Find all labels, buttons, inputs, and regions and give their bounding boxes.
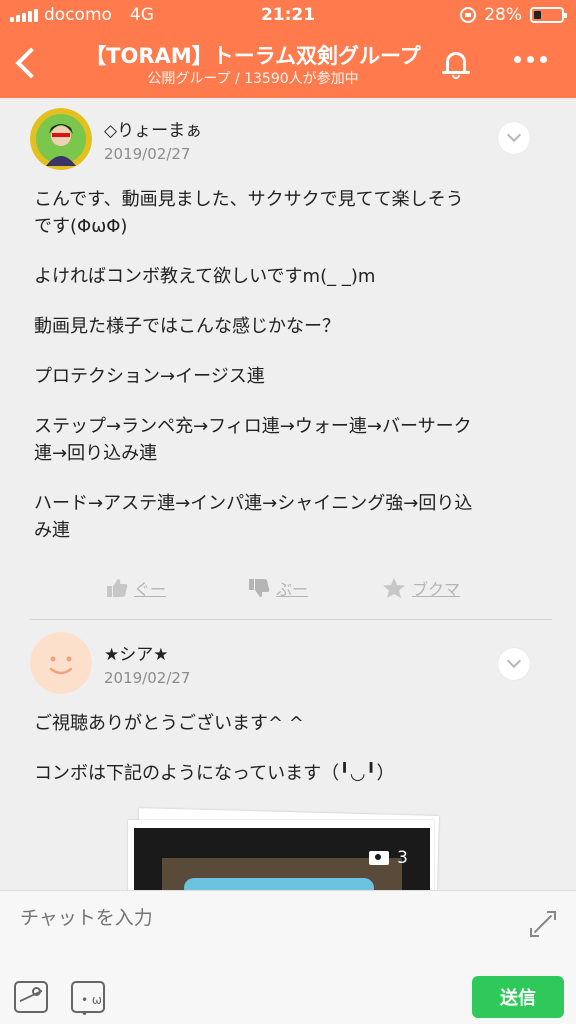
photo-count: 3: [369, 848, 408, 868]
rotation-lock-icon: [460, 7, 477, 23]
post: ◇りょーまぁ 2019/02/27 こんです、動画見ました、サクサクで見てて楽し…: [0, 98, 576, 628]
post-paragraph: よければコンボ教えて欲しいですm(_ _)m: [34, 266, 376, 287]
group-header: 【TORAM】トーラム双剣グループ 公開グループ / 13590人が参加中: [0, 30, 576, 98]
bell-icon[interactable]: [438, 46, 474, 82]
group-subtitle: 公開グループ / 13590人が参加中: [147, 71, 359, 87]
expand-icon[interactable]: [530, 911, 556, 937]
image-picker-icon[interactable]: [14, 981, 48, 1013]
star-icon: [383, 578, 405, 598]
post-paragraph: コンボは下記のようになっています（╹◡╹）: [34, 763, 395, 784]
avatar[interactable]: [30, 108, 92, 170]
post-date: 2019/02/27: [104, 145, 191, 163]
post-paragraph: 動画見た様子ではこんな感じかなー？: [34, 316, 340, 337]
thumbs-up-icon: [107, 579, 128, 597]
post-paragraph: ステップ→ランペ充→フィロ連→ウォー連→バーサーク 連→回り込み連: [34, 416, 472, 464]
back-icon[interactable]: [12, 44, 52, 84]
post-body: ご視聴ありがとうございます^ ^ コンボは下記のようになっています（╹◡╹）: [34, 710, 534, 810]
more-icon[interactable]: [514, 56, 547, 63]
status-bar: docomo 4G 21:21 28%: [0, 0, 576, 30]
battery-percent: 28%: [484, 5, 522, 25]
sticker-icon[interactable]: • ω •: [71, 981, 105, 1021]
image-attachment[interactable]: 3: [124, 808, 444, 898]
post-date: 2019/02/27: [104, 669, 191, 687]
camera-icon: [369, 851, 390, 865]
post-body: こんです、動画見ました、サクサクで見てて楽しそう です(ΦωΦ) よければコンボ…: [34, 186, 534, 567]
post-author[interactable]: ★シア★: [104, 640, 168, 665]
photo-thumbnail[interactable]: 3: [134, 828, 430, 898]
post-paragraph: こんです、動画見ました、サクサクで見てて楽しそう です(ΦωΦ): [34, 189, 464, 237]
boo-label: ぶー: [276, 580, 309, 599]
avatar[interactable]: [30, 632, 92, 694]
thumbs-down-icon: [249, 579, 270, 597]
chevron-down-icon[interactable]: [498, 122, 530, 154]
reaction-bar: ぐー ぶー ブクマ: [0, 576, 576, 612]
send-button[interactable]: 送信: [472, 976, 564, 1018]
post-author[interactable]: ◇りょーまぁ: [104, 116, 202, 141]
good-label: ぐー: [134, 580, 167, 599]
photo-count-label: 3: [397, 848, 408, 868]
chevron-down-icon[interactable]: [498, 648, 530, 680]
bookmark-label: ブクマ: [412, 580, 461, 599]
chat-input[interactable]: [20, 907, 500, 929]
post-paragraph: ハード→アステ連→インパ連→シャイニング強→回り込 み連: [34, 493, 473, 541]
post-paragraph: プロテクション→イージス連: [34, 366, 265, 387]
status-right: 28%: [460, 5, 567, 25]
boo-button[interactable]: ぶー: [248, 576, 308, 600]
battery-icon: [530, 7, 567, 23]
group-title: 【TORAM】トーラム双剣グループ: [85, 44, 421, 68]
bookmark-button[interactable]: ブクマ: [382, 576, 460, 600]
post-paragraph: ご視聴ありがとうございます^ ^: [34, 713, 304, 734]
good-button[interactable]: ぐー: [106, 576, 166, 600]
